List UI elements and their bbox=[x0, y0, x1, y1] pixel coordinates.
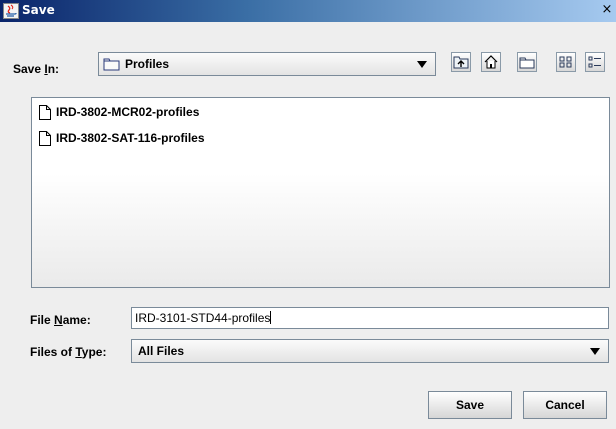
file-type-label: Files of Type: bbox=[30, 345, 107, 359]
file-type-value: All Files bbox=[138, 344, 185, 358]
window-title: Save bbox=[22, 3, 55, 17]
file-icon bbox=[39, 131, 51, 146]
file-name-label: IRD-3802-MCR02-profiles bbox=[56, 105, 200, 119]
save-in-label: Save In: bbox=[13, 62, 60, 76]
details-view-icon bbox=[588, 56, 601, 68]
file-name-label: IRD-3802-SAT-116-profiles bbox=[56, 131, 205, 145]
file-name-value: IRD-3101-STD44-profiles bbox=[135, 311, 271, 325]
cancel-button[interactable]: Cancel bbox=[523, 391, 607, 419]
chevron-down-icon bbox=[590, 348, 600, 355]
folder-up-icon bbox=[453, 56, 469, 69]
up-one-level-button[interactable] bbox=[451, 52, 471, 72]
title-bar[interactable]: Save × bbox=[0, 0, 616, 22]
save-in-value: Profiles bbox=[125, 57, 170, 71]
details-view-button[interactable] bbox=[585, 52, 605, 72]
folder-icon bbox=[103, 57, 121, 74]
file-icon bbox=[39, 105, 51, 120]
file-type-dropdown[interactable]: All Files bbox=[131, 339, 609, 363]
java-icon bbox=[3, 3, 19, 19]
new-folder-button[interactable] bbox=[517, 52, 537, 72]
chevron-down-icon bbox=[417, 61, 427, 68]
save-dialog: Save × Save In: Profiles IRD-3802-MCR02-… bbox=[0, 0, 616, 429]
close-icon[interactable]: × bbox=[600, 3, 614, 17]
file-name-label: File Name: bbox=[30, 313, 91, 327]
new-folder-icon bbox=[519, 57, 535, 69]
list-view-button[interactable] bbox=[556, 52, 576, 72]
home-button[interactable] bbox=[481, 52, 501, 72]
file-list[interactable]: IRD-3802-MCR02-profiles IRD-3802-SAT-116… bbox=[31, 97, 610, 288]
file-name-field[interactable]: IRD-3101-STD44-profiles bbox=[131, 307, 609, 329]
text-caret bbox=[270, 311, 272, 324]
save-button[interactable]: Save bbox=[428, 391, 512, 419]
save-in-dropdown[interactable]: Profiles bbox=[98, 52, 436, 76]
home-icon bbox=[484, 55, 498, 69]
list-view-icon bbox=[559, 56, 572, 68]
